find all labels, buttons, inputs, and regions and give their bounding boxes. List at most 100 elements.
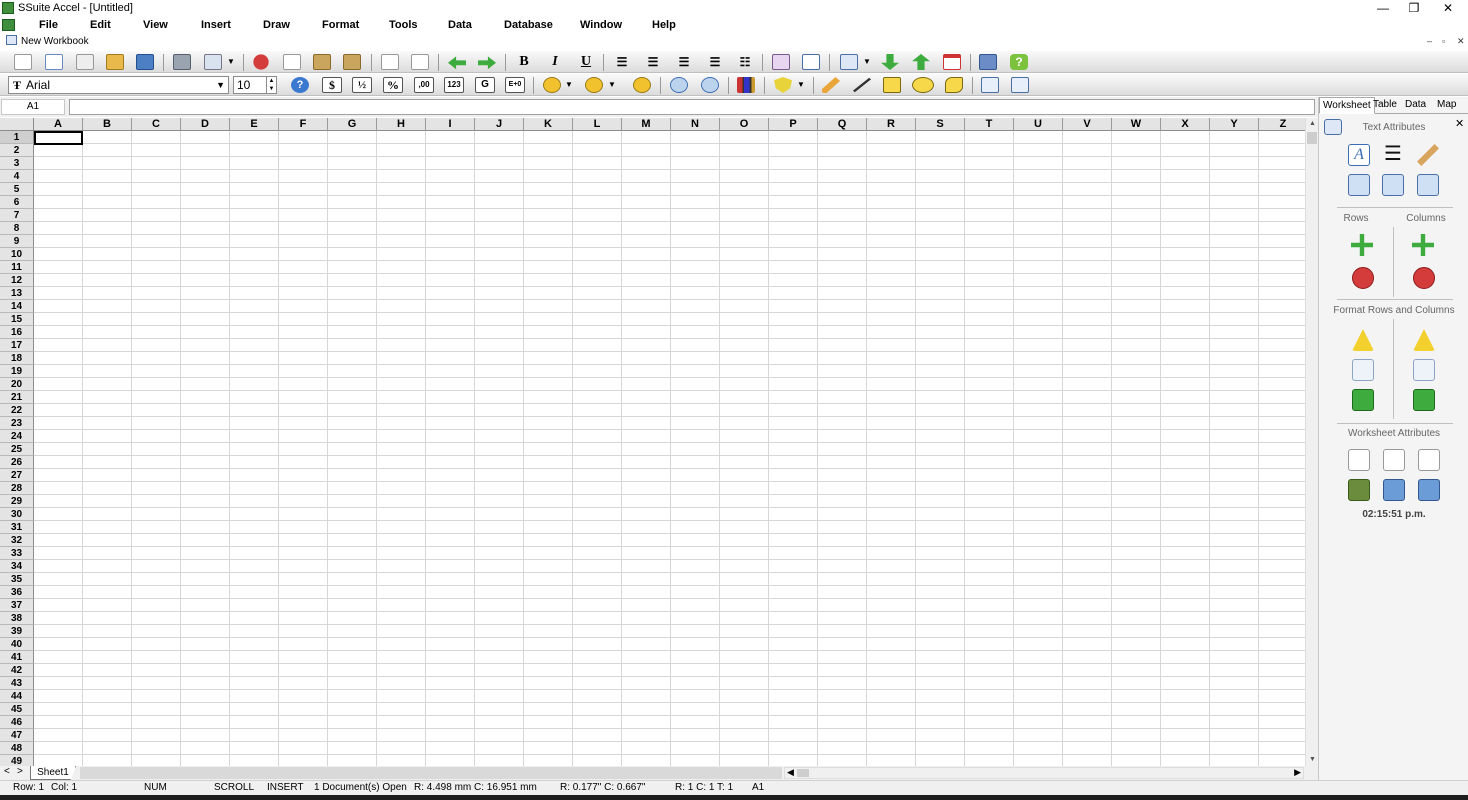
horizontal-scroll-thumb[interactable]: [797, 769, 809, 777]
column-settings-icon[interactable]: [1413, 359, 1435, 381]
row-header[interactable]: 9: [0, 235, 34, 248]
help-icon[interactable]: ?: [1010, 54, 1028, 70]
row-header[interactable]: 19: [0, 365, 34, 378]
insert-row-icon[interactable]: [1351, 234, 1373, 256]
row-height-warning-icon[interactable]: [1352, 329, 1374, 351]
doc-restore-button[interactable]: ▫: [1442, 36, 1445, 46]
row-header[interactable]: 13: [0, 287, 34, 300]
chevron-down-icon[interactable]: ▼: [862, 53, 872, 71]
row-header[interactable]: 26: [0, 456, 34, 469]
menu-data[interactable]: Data: [448, 19, 472, 31]
tab-scroll-splitter[interactable]: [80, 767, 782, 779]
column-header[interactable]: I: [426, 118, 475, 131]
row-header[interactable]: 22: [0, 404, 34, 417]
bold-button[interactable]: B: [514, 53, 534, 71]
horizontal-scrollbar[interactable]: ◀ ▶: [784, 767, 1304, 779]
function-wizard-icon[interactable]: [633, 77, 651, 93]
spellcheck-icon[interactable]: [381, 54, 399, 70]
cell-reference-box[interactable]: A1: [1, 99, 65, 115]
justify-icon[interactable]: ☰: [705, 53, 725, 71]
sheet-tab[interactable]: Sheet1: [30, 766, 76, 780]
menu-format[interactable]: Format: [322, 19, 359, 31]
column-header[interactable]: H: [377, 118, 426, 131]
cell-area[interactable]: [34, 131, 1305, 766]
doc-close-button[interactable]: ✕: [1457, 36, 1465, 47]
paste-special-icon[interactable]: [343, 54, 361, 70]
print-preview-icon[interactable]: [204, 54, 222, 70]
column-header[interactable]: P: [769, 118, 818, 131]
column-header[interactable]: N: [671, 118, 720, 131]
save-icon[interactable]: [136, 54, 154, 70]
number-format-button[interactable]: 123: [444, 77, 464, 93]
column-header[interactable]: S: [916, 118, 965, 131]
tab-map[interactable]: Map: [1437, 99, 1456, 110]
column-header[interactable]: V: [1063, 118, 1112, 131]
row-header[interactable]: 25: [0, 443, 34, 456]
menu-tools[interactable]: Tools: [389, 19, 418, 31]
sheet-nav-next[interactable]: >: [17, 766, 23, 777]
row-header[interactable]: 30: [0, 508, 34, 521]
row-header[interactable]: 31: [0, 521, 34, 534]
chevron-down-icon[interactable]: ▼: [796, 76, 806, 94]
tab-worksheet[interactable]: Worksheet: [1319, 97, 1375, 114]
edit-document-icon[interactable]: [45, 54, 63, 70]
row-header[interactable]: 1: [0, 131, 34, 144]
row-header[interactable]: 15: [0, 313, 34, 326]
row-header[interactable]: 4: [0, 170, 34, 183]
row-header[interactable]: 36: [0, 586, 34, 599]
row-header[interactable]: 23: [0, 417, 34, 430]
active-cell[interactable]: [34, 131, 83, 145]
column-header[interactable]: X: [1161, 118, 1210, 131]
column-header[interactable]: A: [34, 118, 83, 131]
row-header[interactable]: 39: [0, 625, 34, 638]
row-header[interactable]: 33: [0, 547, 34, 560]
menu-help[interactable]: Help: [652, 19, 676, 31]
print-icon[interactable]: [173, 54, 191, 70]
export-icon[interactable]: [1011, 77, 1029, 93]
column-header[interactable]: Z: [1259, 118, 1305, 131]
new-document-icon[interactable]: [14, 54, 32, 70]
column-header[interactable]: Q: [818, 118, 867, 131]
column-check-icon[interactable]: [1413, 389, 1435, 411]
minimize-button[interactable]: —: [1368, 1, 1398, 16]
column-header[interactable]: D: [181, 118, 230, 131]
font-size-input[interactable]: 10 ▲ ▼: [233, 76, 277, 94]
row-header[interactable]: 10: [0, 248, 34, 261]
delete-column-icon[interactable]: [1413, 267, 1435, 289]
menu-insert[interactable]: Insert: [201, 19, 231, 31]
column-header[interactable]: L: [573, 118, 622, 131]
align-center-icon[interactable]: ☰: [643, 53, 663, 71]
row-header[interactable]: 24: [0, 430, 34, 443]
redo-icon[interactable]: [478, 56, 496, 70]
column-header[interactable]: Y: [1210, 118, 1259, 131]
row-header[interactable]: 2: [0, 144, 34, 157]
row-header[interactable]: 40: [0, 638, 34, 651]
scroll-left-arrow[interactable]: ◀: [787, 767, 794, 778]
row-header[interactable]: 18: [0, 352, 34, 365]
italic-button[interactable]: I: [545, 53, 565, 71]
spreadsheet-grid[interactable]: A B C D E F G H I J K L M N O P Q R S T U V W X Y Z 1 2 3 4 5 6 7 8 9 10 11 1…: [0, 118, 1305, 766]
document-tab[interactable]: New Workbook: [6, 35, 89, 47]
row-header[interactable]: 46: [0, 716, 34, 729]
select-all-corner[interactable]: [0, 118, 34, 131]
maximize-button[interactable]: ❐: [1399, 1, 1429, 16]
decimal-button[interactable]: ,00: [414, 77, 434, 93]
row-header[interactable]: 11: [0, 261, 34, 274]
line-icon[interactable]: [853, 77, 871, 93]
column-header[interactable]: U: [1014, 118, 1063, 131]
row-header[interactable]: 7: [0, 209, 34, 222]
table-icon[interactable]: [840, 54, 858, 70]
column-header[interactable]: F: [279, 118, 328, 131]
menu-window[interactable]: Window: [580, 19, 622, 31]
align-left-icon[interactable]: ☰: [612, 53, 632, 71]
row-header[interactable]: 17: [0, 339, 34, 352]
tab-table[interactable]: Table: [1373, 99, 1397, 110]
autosum-icon[interactable]: [543, 77, 561, 93]
menu-view[interactable]: View: [143, 19, 168, 31]
row-header[interactable]: 27: [0, 469, 34, 482]
column-header[interactable]: T: [965, 118, 1014, 131]
paste-icon[interactable]: [313, 54, 331, 70]
column-header[interactable]: M: [622, 118, 671, 131]
text-box-icon[interactable]: [802, 54, 820, 70]
chevron-down-icon[interactable]: ▼: [226, 53, 236, 71]
